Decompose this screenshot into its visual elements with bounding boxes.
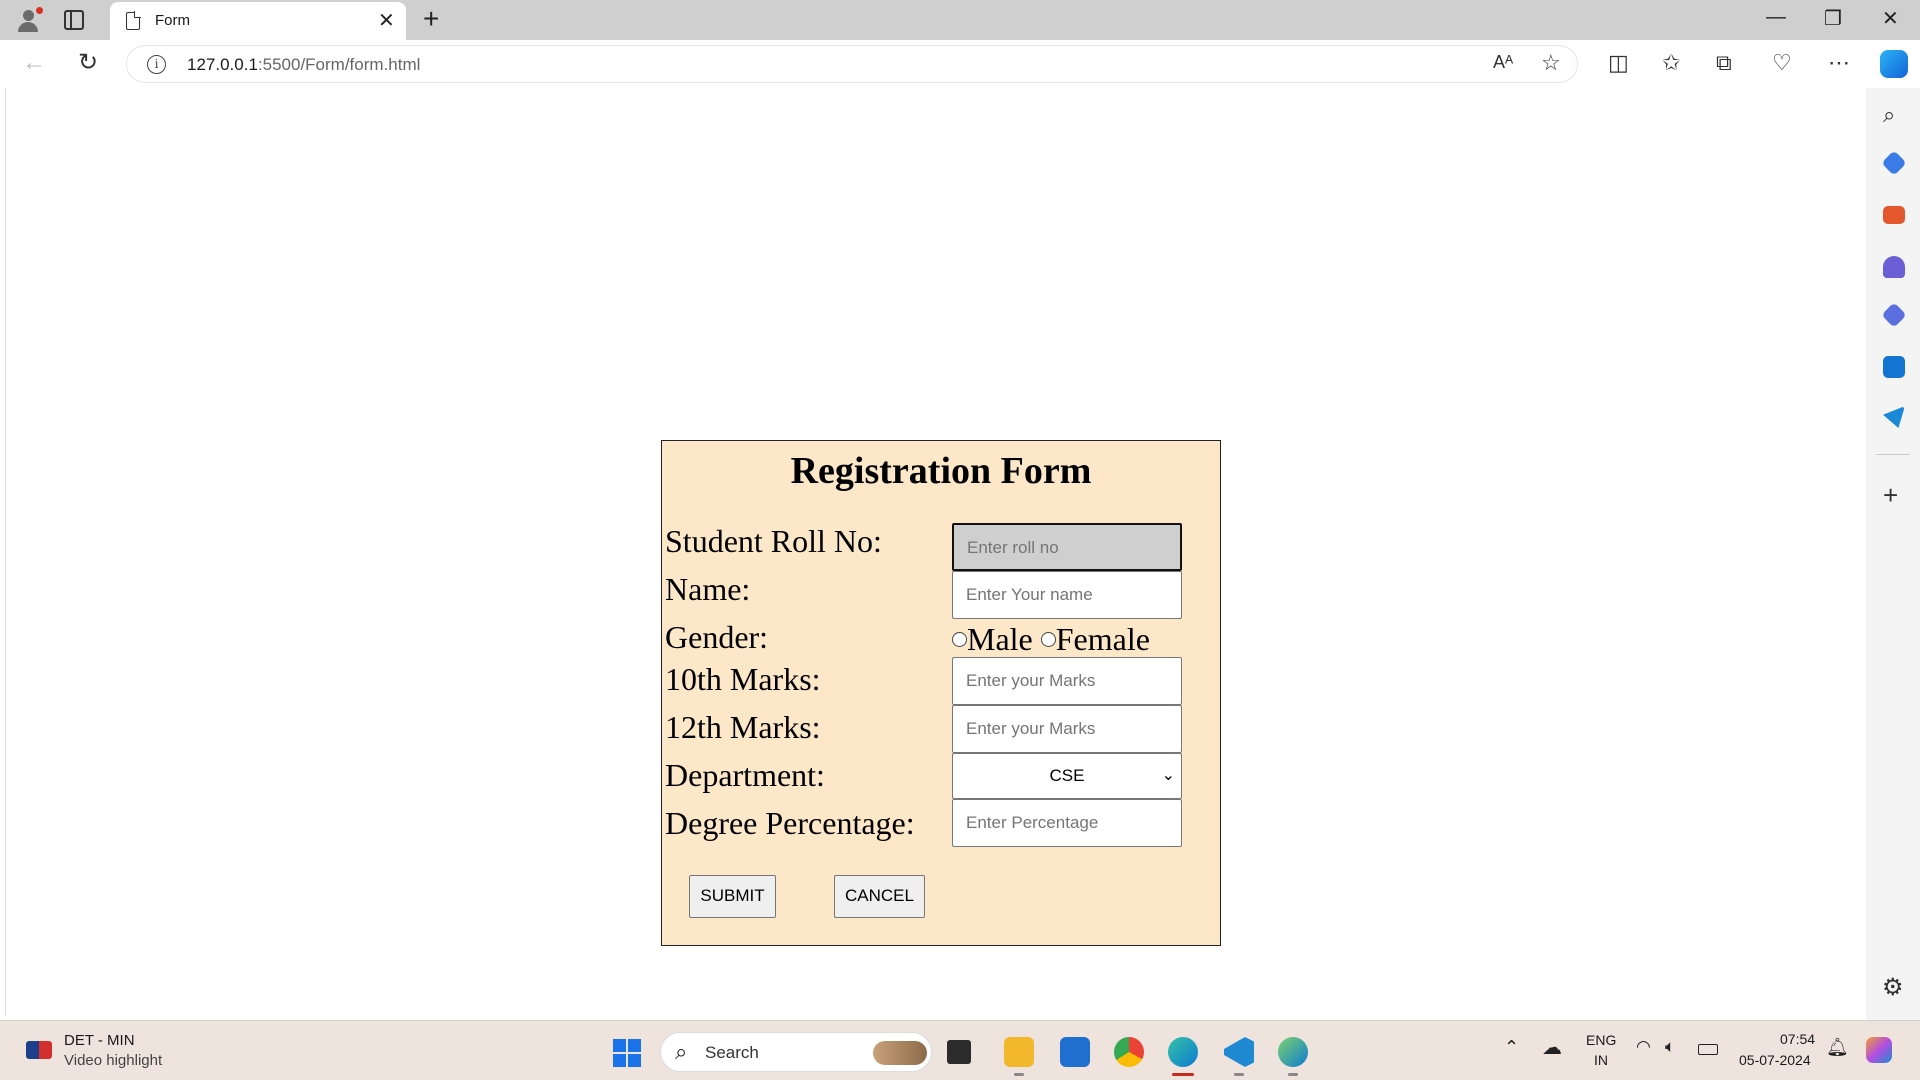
task-view-icon[interactable] — [947, 1040, 971, 1064]
department-label: Department: — [665, 757, 825, 793]
minimize-button[interactable]: — — [1766, 6, 1786, 29]
reload-button[interactable]: ↻ — [78, 48, 98, 77]
add-icon[interactable]: + — [1883, 480, 1898, 511]
back-button[interactable]: ← — [22, 49, 46, 77]
edge-dev-icon[interactable] — [1278, 1037, 1308, 1067]
marks10-label: 10th Marks: — [665, 661, 821, 697]
volume-icon[interactable]: 🔈︎ — [1665, 1037, 1675, 1057]
games-icon[interactable] — [1883, 256, 1905, 278]
news-title[interactable]: DET - MIN — [64, 1032, 135, 1049]
browser-essentials-icon[interactable]: ♡ — [1772, 50, 1792, 76]
language-top[interactable]: ENG — [1586, 1032, 1616, 1048]
tab-title: Form — [155, 12, 190, 29]
sidebar-divider — [1876, 454, 1910, 455]
split-screen-icon[interactable]: ◫ — [1608, 50, 1629, 76]
profile-icon[interactable] — [14, 6, 43, 34]
edge-icon[interactable] — [1168, 1037, 1198, 1067]
name-input[interactable]: Enter Your name — [952, 571, 1182, 619]
clock-date[interactable]: 05-07-2024 — [1739, 1052, 1811, 1068]
edge-sidebar: ⌕ + ⚙ — [1866, 88, 1920, 1020]
windows-taskbar: DET - MIN Video highlight ⌕ Search ⌃ ☁ E… — [0, 1020, 1920, 1080]
roll-input[interactable]: Enter roll no — [952, 523, 1182, 571]
file-explorer-icon[interactable] — [1004, 1037, 1034, 1067]
close-window-button[interactable]: ✕ — [1882, 6, 1899, 31]
chrome-icon[interactable] — [1114, 1037, 1144, 1067]
submit-button[interactable]: SUBMIT — [689, 875, 776, 918]
settings-gear-icon[interactable]: ⚙ — [1882, 973, 1904, 1002]
onedrive-cloud-icon[interactable]: ☁ — [1542, 1035, 1562, 1060]
url-path: :5500/Form/form.html — [257, 55, 421, 74]
new-tab-button[interactable]: + — [423, 3, 439, 35]
tab-close-icon[interactable]: ✕ — [378, 8, 395, 33]
male-label[interactable]: Male — [967, 621, 1033, 657]
page-icon — [126, 11, 141, 30]
url-text[interactable]: 127.0.0.1:5500/Form/form.html — [187, 55, 420, 75]
read-aloud-icon[interactable]: Aᴬ — [1493, 52, 1513, 73]
clock-time[interactable]: 07:54 — [1780, 1031, 1815, 1047]
vscode-indicator — [1234, 1073, 1244, 1076]
wifi-icon[interactable]: ◠ — [1636, 1037, 1651, 1057]
favorite-star-icon[interactable]: ☆ — [1541, 50, 1561, 76]
send-icon[interactable] — [1883, 406, 1905, 428]
browser-toolbar: ← ↻ i 127.0.0.1:5500/Form/form.html Aᴬ ☆… — [0, 40, 1920, 88]
browser-titlebar: Form ✕ + — ❐ ✕ — [0, 0, 1920, 40]
restore-button[interactable]: ❐ — [1824, 6, 1842, 31]
edge-dev-indicator — [1288, 1073, 1298, 1076]
gender-label: Gender: — [665, 619, 769, 655]
search-highlight-image — [873, 1041, 927, 1065]
page-viewport: Registration Form Student Roll No: Enter… — [5, 88, 1865, 1016]
battery-icon[interactable] — [1698, 1044, 1718, 1055]
notification-bell-icon[interactable]: 🔔︎ — [1826, 1037, 1849, 1058]
department-select[interactable]: CSE ⌄ — [952, 753, 1182, 799]
cancel-button[interactable]: CANCEL — [834, 875, 925, 918]
marks12-label: 12th Marks: — [665, 709, 821, 745]
url-host: 127.0.0.1 — [187, 55, 258, 74]
vscode-icon[interactable] — [1224, 1037, 1254, 1067]
taskbar-search[interactable]: ⌕ Search — [660, 1032, 932, 1072]
outlook-icon[interactable] — [1883, 356, 1905, 378]
more-options-icon[interactable]: ⋯ — [1828, 50, 1850, 76]
news-subtitle[interactable]: Video highlight — [64, 1052, 162, 1069]
language-bottom[interactable]: IN — [1594, 1052, 1608, 1068]
address-bar[interactable]: i 127.0.0.1:5500/Form/form.html Aᴬ ☆ — [126, 45, 1578, 83]
gender-options: Male Female — [952, 621, 1150, 658]
marks10-input[interactable]: Enter your Marks — [952, 657, 1182, 705]
browser-tab[interactable]: Form ✕ — [110, 2, 406, 40]
male-radio[interactable] — [952, 632, 967, 647]
form-title: Registration Form — [790, 450, 1092, 492]
search-icon[interactable]: ⌕ — [1883, 102, 1895, 128]
degree-input[interactable]: Enter Percentage — [952, 799, 1182, 847]
explorer-indicator — [1014, 1073, 1024, 1076]
start-windows-icon[interactable] — [613, 1039, 641, 1067]
female-radio[interactable] — [1040, 632, 1056, 647]
copilot-icon[interactable] — [1880, 50, 1908, 78]
degree-label: Degree Percentage: — [665, 805, 915, 841]
roll-label: Student Roll No: — [665, 523, 882, 559]
marks12-input[interactable]: Enter your Marks — [952, 705, 1182, 753]
copilot-taskbar-icon[interactable] — [1866, 1037, 1892, 1063]
sports-widget-icon[interactable] — [26, 1041, 52, 1059]
site-info-icon[interactable]: i — [147, 55, 166, 74]
shopping-tag-icon[interactable] — [1881, 150, 1907, 176]
department-value: CSE — [1049, 766, 1085, 785]
favorites-icon[interactable]: ✩ — [1662, 50, 1680, 76]
tools-icon[interactable] — [1883, 206, 1905, 224]
search-label: Search — [705, 1043, 759, 1062]
microsoft-store-icon[interactable] — [1060, 1037, 1090, 1067]
registration-form: Registration Form Student Roll No: Enter… — [661, 440, 1221, 946]
female-label[interactable]: Female — [1056, 621, 1150, 657]
name-label: Name: — [665, 571, 751, 607]
edge-active-indicator — [1172, 1073, 1194, 1076]
tab-actions-icon[interactable] — [64, 10, 84, 30]
collections-icon[interactable]: ⧉ — [1716, 50, 1732, 76]
chevron-up-icon[interactable]: ⌃ — [1504, 1037, 1519, 1058]
search-icon: ⌕ — [675, 1039, 688, 1064]
copilot-365-icon[interactable] — [1881, 302, 1907, 328]
chevron-down-icon: ⌄ — [1161, 767, 1175, 784]
